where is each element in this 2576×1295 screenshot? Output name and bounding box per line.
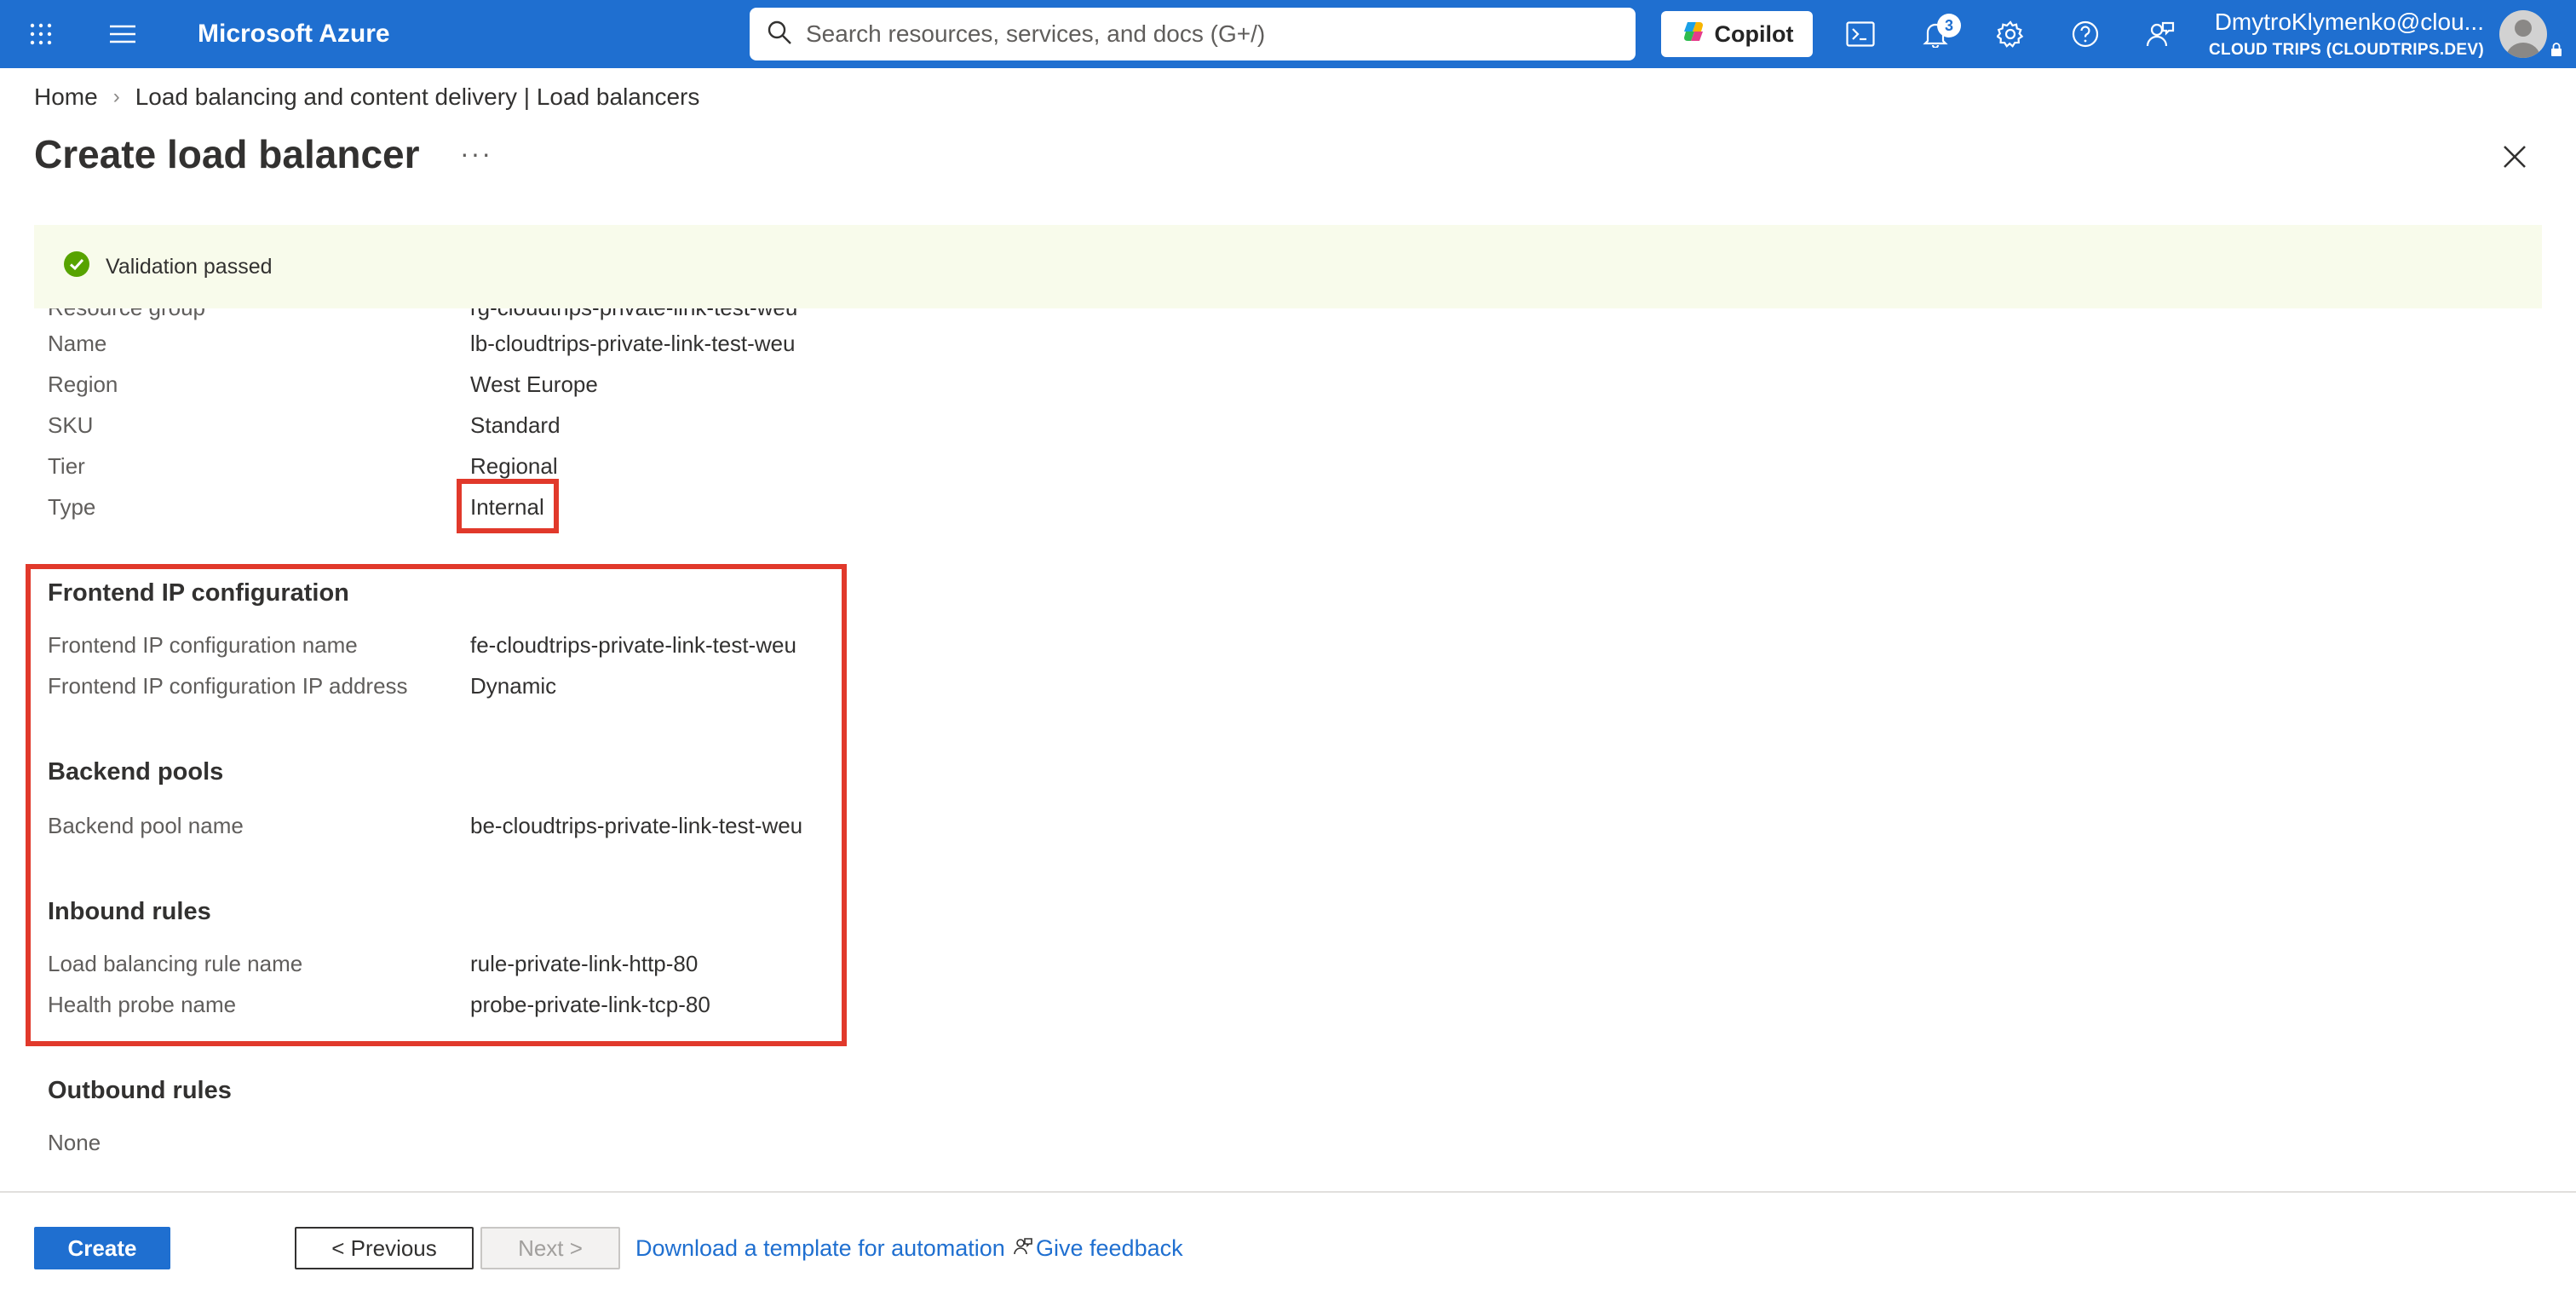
row-label: Type bbox=[48, 494, 96, 520]
lock-icon bbox=[2550, 43, 2562, 60]
next-button[interactable]: Next > bbox=[480, 1227, 620, 1269]
avatar[interactable] bbox=[2499, 10, 2547, 58]
row-region: Region West Europe bbox=[48, 371, 598, 398]
chevron-right-icon: › bbox=[112, 85, 120, 108]
search-input[interactable] bbox=[806, 20, 1636, 48]
account-name: DmytroKlymenko@clou... bbox=[2214, 9, 2484, 35]
row-value: lb-cloudtrips-private-link-test-weu bbox=[470, 331, 796, 356]
global-search[interactable] bbox=[750, 8, 1636, 60]
feedback-person-icon[interactable] bbox=[2135, 0, 2186, 68]
row-value: Regional bbox=[470, 453, 558, 479]
help-icon[interactable] bbox=[2060, 0, 2111, 68]
type-highlight-box bbox=[457, 479, 559, 533]
close-icon[interactable] bbox=[2498, 140, 2532, 174]
download-template-link[interactable]: Download a template for automation bbox=[635, 1227, 1005, 1269]
top-bar: Microsoft Azure Copilot 3 bbox=[0, 0, 2576, 68]
row-name: Name lb-cloudtrips-private-link-test-weu bbox=[48, 331, 795, 357]
clipped-row: Resource group rg-cloudtrips-private-lin… bbox=[48, 308, 797, 321]
footer-bar: Create < Previous Next > Download a temp… bbox=[0, 1191, 2576, 1295]
validation-message: Validation passed bbox=[106, 254, 273, 279]
notifications-icon[interactable]: 3 bbox=[1910, 0, 1961, 68]
row-value: rg-cloudtrips-private-link-test-weu bbox=[470, 308, 797, 321]
breadcrumb-load-balancers[interactable]: Load balancing and content delivery | Lo… bbox=[135, 83, 700, 111]
account-info[interactable]: DmytroKlymenko@clou... CLOUD TRIPS (CLOU… bbox=[2194, 9, 2484, 60]
feedback-person-icon bbox=[1014, 1235, 1032, 1262]
review-content[interactable]: Resource group rg-cloudtrips-private-lin… bbox=[0, 308, 2576, 1191]
validation-banner: Validation passed bbox=[34, 225, 2542, 308]
menu-icon[interactable] bbox=[101, 0, 145, 68]
row-value: Standard bbox=[470, 412, 561, 438]
row-label: SKU bbox=[48, 412, 94, 438]
breadcrumb-home[interactable]: Home bbox=[34, 83, 98, 111]
account-tenant: CLOUD TRIPS (CLOUDTRIPS.DEV) bbox=[2209, 41, 2484, 59]
row-value: None bbox=[48, 1130, 101, 1155]
notification-count-badge: 3 bbox=[1937, 14, 1961, 37]
give-feedback-label: Give feedback bbox=[1036, 1235, 1183, 1261]
copilot-icon bbox=[1681, 19, 1706, 50]
row-sku: SKU Standard bbox=[48, 412, 561, 439]
config-highlight-box bbox=[26, 564, 847, 1046]
breadcrumb: Home › Load balancing and content delive… bbox=[34, 83, 699, 111]
give-feedback-link[interactable]: Give feedback bbox=[1014, 1227, 1183, 1269]
row-outbound-none: None bbox=[48, 1130, 101, 1156]
previous-button[interactable]: < Previous bbox=[295, 1227, 474, 1269]
cloud-shell-icon[interactable] bbox=[1835, 0, 1886, 68]
row-label: Tier bbox=[48, 453, 85, 479]
more-options-icon[interactable]: ··· bbox=[460, 138, 492, 170]
search-icon bbox=[767, 20, 792, 49]
row-value: West Europe bbox=[470, 371, 598, 397]
row-tier: Tier Regional bbox=[48, 453, 558, 480]
success-check-icon bbox=[63, 250, 90, 284]
copilot-label: Copilot bbox=[1714, 20, 1794, 47]
brand-title[interactable]: Microsoft Azure bbox=[198, 0, 390, 68]
create-button[interactable]: Create bbox=[34, 1227, 170, 1269]
row-label: Resource group bbox=[48, 308, 470, 321]
row-label: Region bbox=[48, 371, 118, 397]
app-launcher-icon[interactable] bbox=[20, 0, 61, 68]
section-title-outbound: Outbound rules bbox=[48, 1077, 232, 1104]
settings-gear-icon[interactable] bbox=[1985, 0, 2036, 68]
row-label: Name bbox=[48, 331, 107, 356]
page-title: Create load balancer bbox=[34, 132, 420, 176]
copilot-button[interactable]: Copilot bbox=[1661, 11, 1813, 57]
